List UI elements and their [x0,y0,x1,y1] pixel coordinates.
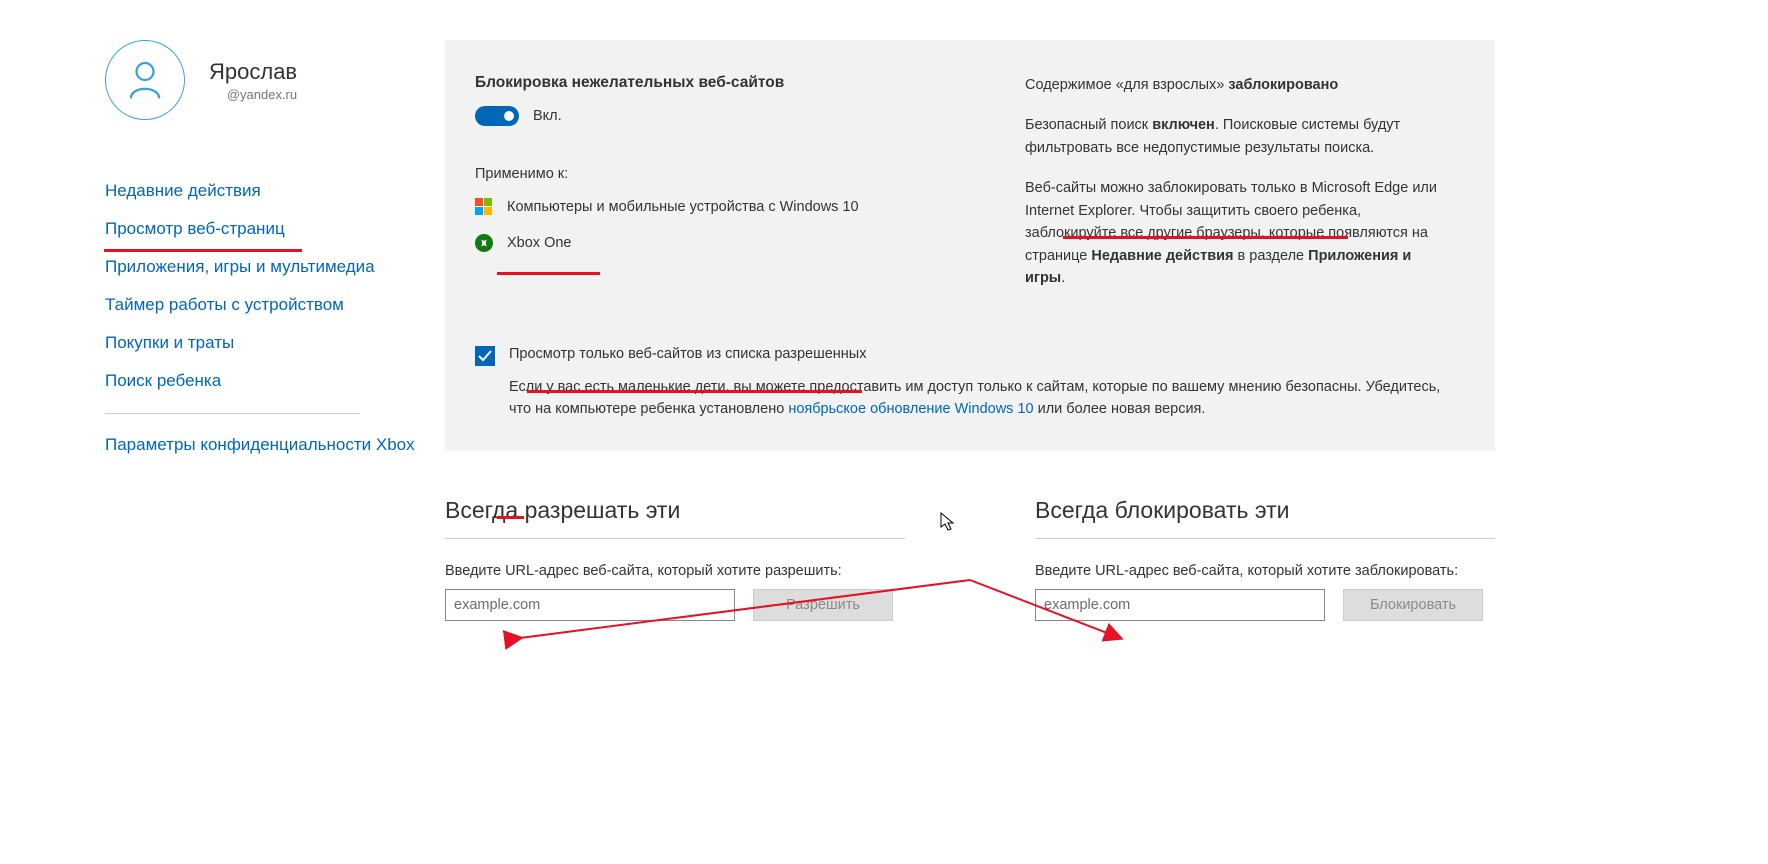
check-icon [478,350,492,362]
xbox-logo-icon [475,234,493,252]
always-allow-title: Всегда разрешать эти [445,497,905,539]
avatar [105,40,185,120]
profile-email: @yandex.ru [209,87,297,102]
applies-xbox-label: Xbox One [507,235,572,251]
browser-lockdown-info: Веб-сайты можно заблокировать только в M… [1025,177,1455,289]
always-block-title: Всегда блокировать эти [1035,497,1495,539]
nav-apps-games[interactable]: Приложения, игры и мультимедиа [105,248,445,286]
annotation-arrow-right [960,570,1220,670]
blocking-toggle-state: Вкл. [533,108,562,124]
blocking-title: Блокировка нежелательных веб-сайтов [475,74,995,92]
nav-screen-time[interactable]: Таймер работы с устройством [105,286,445,324]
adult-content-status: Содержимое «для взрослых» заблокировано [1025,74,1455,96]
applies-windows10: Компьютеры и мобильные устройства с Wind… [475,198,995,216]
profile-name: Ярослав [209,59,297,85]
applies-to-title: Применимо к: [475,166,995,182]
profile-header: Ярослав @yandex.ru [105,40,445,120]
nav-xbox-privacy[interactable]: Параметры конфиденциальности Xbox [105,426,445,464]
block-button[interactable]: Блокировать [1343,589,1483,621]
allowlist-only-checkbox[interactable] [475,346,495,366]
allowlist-help-text: Если у вас есть маленькие дети, вы может… [509,376,1455,421]
nav-find-child[interactable]: Поиск ребенка [105,362,445,400]
cursor-icon [940,512,956,537]
windows-logo-icon [475,198,493,216]
nav-separator [105,413,360,414]
nav-web-browsing[interactable]: Просмотр веб-страниц [105,210,445,248]
applies-xbox: Xbox One [475,234,995,252]
safesearch-status: Безопасный поиск включен. Поисковые сист… [1025,114,1455,159]
sidebar-nav: Недавние действия Просмотр веб-страниц П… [105,172,445,464]
allowlist-only-label: Просмотр только веб-сайтов из списка раз… [509,346,866,362]
november-update-link[interactable]: ноябрьское обновление Windows 10 [788,401,1033,417]
blocking-toggle[interactable] [475,106,519,126]
applies-windows10-label: Компьютеры и мобильные устройства с Wind… [507,199,859,215]
web-blocking-panel: Блокировка нежелательных веб-сайтов Вкл.… [445,40,1495,451]
person-icon [128,60,162,100]
nav-spending[interactable]: Покупки и траты [105,324,445,362]
nav-recent-activity[interactable]: Недавние действия [105,172,445,210]
